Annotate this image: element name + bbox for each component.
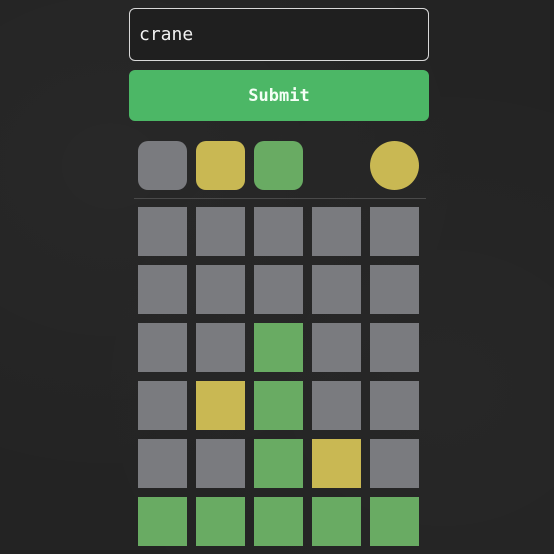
- board-tile-absent: [312, 265, 361, 314]
- board-tile-absent: [196, 323, 245, 372]
- board-tile-absent: [370, 265, 419, 314]
- board-tile-absent: [370, 323, 419, 372]
- game-screen: Submit: [0, 0, 554, 554]
- board-tile-absent: [370, 439, 419, 488]
- board-tile-absent: [312, 323, 361, 372]
- board-tile-present: [312, 439, 361, 488]
- board-tile-absent: [138, 381, 187, 430]
- legend-green-swatch: [254, 141, 303, 190]
- board-tile-absent: [254, 265, 303, 314]
- board-tile-correct: [312, 497, 361, 546]
- board-tile-absent: [138, 207, 187, 256]
- board-tile-absent: [138, 439, 187, 488]
- board-tile-absent: [138, 323, 187, 372]
- board-tile-absent: [138, 265, 187, 314]
- board-tile-absent: [370, 207, 419, 256]
- submit-button[interactable]: Submit: [129, 70, 429, 121]
- legend-gray-swatch: [138, 141, 187, 190]
- board-tile-absent: [312, 207, 361, 256]
- board-tile-correct: [254, 497, 303, 546]
- board-tile-absent: [370, 381, 419, 430]
- guess-input[interactable]: [129, 8, 429, 61]
- divider: [134, 198, 426, 199]
- legend-yellow-circle: [370, 141, 419, 190]
- board-tile-correct: [138, 497, 187, 546]
- board-tile-correct: [254, 439, 303, 488]
- board-tile-absent: [312, 381, 361, 430]
- legend-yellow-swatch: [196, 141, 245, 190]
- board-tile-correct: [370, 497, 419, 546]
- board-tile-absent: [254, 207, 303, 256]
- board-tile-absent: [196, 207, 245, 256]
- board-tile-absent: [196, 439, 245, 488]
- board-tile-correct: [254, 323, 303, 372]
- board-tile-absent: [196, 265, 245, 314]
- board-tile-present: [196, 381, 245, 430]
- board-tile-correct: [254, 381, 303, 430]
- board-tile-correct: [196, 497, 245, 546]
- guess-board: [138, 207, 420, 546]
